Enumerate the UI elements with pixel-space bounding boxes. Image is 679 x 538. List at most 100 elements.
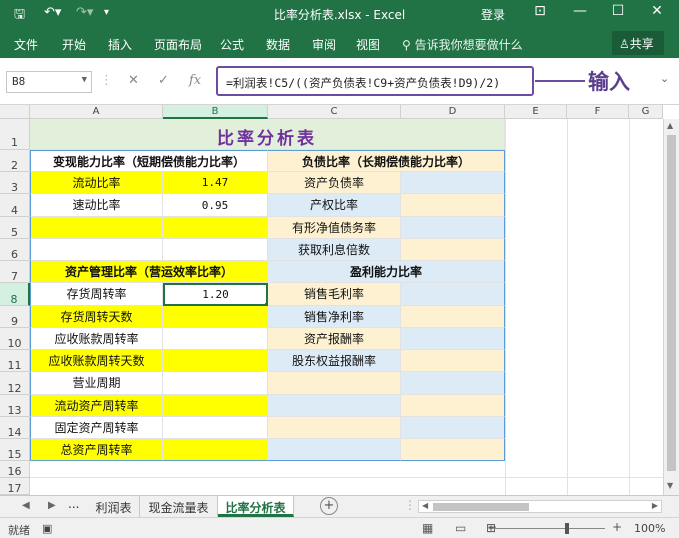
tab-page-layout[interactable]: 页面布局 [154,36,202,53]
row-header[interactable]: 11 [0,350,30,372]
tab-review[interactable]: 审阅 [312,36,336,53]
row-header[interactable]: 4 [0,194,30,217]
row-header[interactable]: 12 [0,372,30,395]
active-cell-b8[interactable]: 1.20 [163,283,268,306]
debt-value[interactable] [401,217,505,239]
column-header-g[interactable]: G [629,105,663,119]
profit-label[interactable]: 资产报酬率 [268,328,401,350]
tell-me-box[interactable]: ⚲ 告诉我你想要做什么 [402,36,523,53]
cancel-icon[interactable]: ✕ [128,73,139,88]
profit-header[interactable]: 盈利能力比率 [268,261,505,283]
empty-cell[interactable] [163,217,268,239]
empty-cell[interactable] [268,395,401,417]
profit-value[interactable] [401,306,505,328]
h-scroll-thumb[interactable] [433,503,529,511]
debt-label[interactable]: 有形净值债务率 [268,217,401,239]
row-header[interactable]: 17 [0,478,30,495]
asset-mgmt-label[interactable]: 总资产周转率 [30,439,163,461]
asset-mgmt-value[interactable] [163,306,268,328]
row-header[interactable]: 16 [0,461,30,478]
empty-cell[interactable] [268,372,401,395]
profit-value[interactable] [401,328,505,350]
asset-mgmt-label[interactable]: 应收账款周转率 [30,328,163,350]
name-box[interactable]: B8 ▼ [6,71,92,93]
tab-formulas[interactable]: 公式 [220,36,244,53]
column-header-b[interactable]: B [163,105,268,119]
empty-cell[interactable] [268,439,401,461]
row-header[interactable]: 9 [0,306,30,328]
scroll-down-icon[interactable]: ▼ [667,481,673,490]
asset-mgmt-value[interactable] [163,372,268,395]
horizontal-scrollbar[interactable]: ◀ ▶ [418,500,662,513]
row-header[interactable]: 10 [0,328,30,350]
row-header[interactable]: 1 [0,119,30,150]
prev-sheet-icon[interactable]: ◀ [22,500,30,511]
scroll-up-icon[interactable]: ▲ [667,121,673,130]
zoom-level[interactable]: 100% [634,522,665,535]
maximize-button[interactable]: ☐ [606,3,630,19]
debt-value[interactable] [401,194,505,217]
empty-grid-area[interactable] [30,461,663,495]
empty-grid-area[interactable] [505,119,663,495]
zoom-slider-thumb[interactable] [565,523,569,534]
empty-cell[interactable] [268,417,401,439]
empty-cell[interactable] [401,439,505,461]
debt-label[interactable]: 产权比率 [268,194,401,217]
vertical-scrollbar[interactable]: ▲ ▼ [663,119,679,495]
profit-label[interactable]: 销售净利率 [268,306,401,328]
row-header[interactable]: 6 [0,239,30,261]
row-header[interactable]: 5 [0,217,30,239]
asset-mgmt-header[interactable]: 资产管理比率（营运效率比率） [30,261,268,283]
column-header-c[interactable]: C [268,105,401,119]
asset-mgmt-value[interactable] [163,395,268,417]
tab-income-statement[interactable]: 利润表 [88,496,140,517]
liquidity-label[interactable]: 速动比率 [30,194,163,217]
share-button[interactable]: ♙共享 [612,31,664,55]
asset-mgmt-label[interactable]: 固定资产周转率 [30,417,163,439]
sheet-title[interactable]: 比率分析表 [30,119,505,150]
empty-cell[interactable] [401,395,505,417]
enter-icon[interactable]: ✓ [158,73,169,88]
ribbon-display-options-icon[interactable]: ⊡ [528,3,552,19]
tab-data[interactable]: 数据 [266,36,290,53]
asset-mgmt-label[interactable]: 应收账款周转天数 [30,350,163,372]
select-all-corner[interactable] [0,105,30,119]
close-button[interactable]: ✕ [645,3,669,19]
asset-mgmt-value[interactable] [163,328,268,350]
asset-mgmt-value[interactable] [163,439,268,461]
debt-label[interactable]: 资产负债率 [268,172,401,194]
profit-value[interactable] [401,350,505,372]
asset-mgmt-value[interactable] [163,417,268,439]
row-header[interactable]: 3 [0,172,30,194]
next-sheet-icon[interactable]: ▶ [48,500,56,511]
scroll-thumb[interactable] [667,135,676,471]
empty-cell[interactable] [30,217,163,239]
row-header[interactable]: 7 [0,261,30,283]
empty-cell[interactable] [401,417,505,439]
liquidity-value[interactable]: 0.95 [163,194,268,217]
debt-value[interactable] [401,239,505,261]
profit-label[interactable]: 销售毛利率 [268,283,401,306]
asset-mgmt-label[interactable]: 流动资产周转率 [30,395,163,417]
column-header-d[interactable]: D [401,105,505,119]
profit-label[interactable]: 股东权益报酬率 [268,350,401,372]
asset-mgmt-label[interactable]: 存货周转天数 [30,306,163,328]
scroll-left-icon[interactable]: ◀ [422,501,428,510]
normal-view-icon[interactable]: ▦ [422,521,433,535]
debt-label[interactable]: 获取利息倍数 [268,239,401,261]
column-header-e[interactable]: E [505,105,567,119]
zoom-in-button[interactable]: + [612,520,622,534]
add-sheet-button[interactable]: + [320,497,338,515]
insert-function-icon[interactable]: fx [189,73,201,88]
debt-header[interactable]: 负债比率（长期偿债能力比率） [268,150,505,172]
login-button[interactable]: 登录 [481,6,505,23]
macro-record-icon[interactable]: ▣ [42,522,52,535]
tab-file[interactable]: 文件 [14,36,38,53]
formula-input[interactable]: =利润表!C5/((资产负债表!C9+资产负债表!D9)/2) [216,66,534,96]
liquidity-value[interactable]: 1.47 [163,172,268,194]
scroll-right-icon[interactable]: ▶ [652,501,658,510]
row-header[interactable]: 15 [0,439,30,461]
asset-mgmt-value[interactable] [163,350,268,372]
tab-view[interactable]: 视图 [356,36,380,53]
row-header[interactable]: 8 [0,283,30,306]
